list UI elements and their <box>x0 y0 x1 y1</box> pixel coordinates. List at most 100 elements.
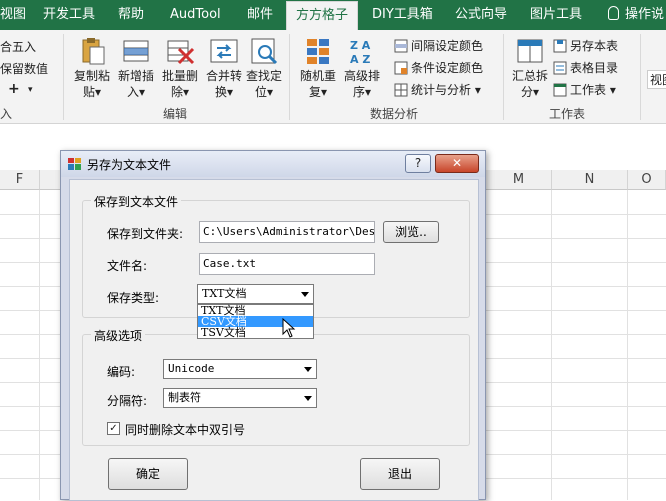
save-section-legend: 保存到文本文件 <box>91 193 182 210</box>
encoding-value: Unicode <box>168 362 215 375</box>
save-type-label: 保存类型: <box>107 291 160 305</box>
edit-group-label: 编辑 <box>163 107 188 121</box>
save-sheet-icon <box>553 39 567 53</box>
chevron-down-icon <box>304 396 312 401</box>
ribbon: 合五入 保留数值 + ▾ 入 复制粘 贴▾ 新增插 入▾ 批量删 除▾ 合并转 … <box>0 30 666 124</box>
analysis-group-label: 数据分析 <box>370 107 419 121</box>
tab-formula-wizard[interactable]: 公式向导 <box>455 0 507 30</box>
tell-me-label: 操作说 <box>625 7 665 22</box>
dialog-title-bar[interactable]: 另存为文本文件 ? ✕ <box>61 151 485 177</box>
condition-grid-icon <box>394 61 408 75</box>
table-directory-button[interactable]: 表格目录 <box>553 58 618 78</box>
chevron-down-icon <box>304 367 312 372</box>
save-type-dropdown-list: TXT文档 CSV文档 TSV文档 <box>197 304 314 339</box>
browse-button[interactable]: 浏览.. <box>383 221 439 243</box>
summarize-icon <box>515 36 545 66</box>
tab-developer[interactable]: 开发工具 <box>43 0 95 30</box>
worksheet-icon <box>553 83 567 97</box>
tab-diy-toolbox[interactable]: DIY工具箱 <box>372 0 433 30</box>
tab-audtool[interactable]: AudTool <box>170 0 221 30</box>
condition-color-label: 条件设定颜色 <box>411 61 484 75</box>
save-this-sheet-button[interactable]: 另存本表 <box>553 36 618 56</box>
encoding-select[interactable]: Unicode <box>163 359 317 379</box>
stats-grid-icon <box>394 83 408 97</box>
save-type-value: TXT文档 <box>202 287 247 300</box>
save-type-select[interactable]: TXT文档 <box>197 284 314 304</box>
clipboard-icon <box>77 36 107 66</box>
summarize-split-label1: 汇总拆 <box>511 69 548 83</box>
worksheet-menu-button[interactable]: 工作表 ▾ <box>553 80 616 100</box>
ribbon-tab-bar: 视图 开发工具 帮助 AudTool 邮件 方方格子 DIY工具箱 公式向导 图… <box>0 0 666 30</box>
batch-delete-button[interactable]: 批量删 除▾ <box>156 34 204 104</box>
tab-fangfangezi[interactable]: 方方格子 <box>286 1 358 30</box>
help-button[interactable]: ? <box>405 154 431 173</box>
insert-label1: 新增插 <box>117 69 154 83</box>
group-divider <box>640 34 641 120</box>
delimiter-label: 分隔符: <box>107 394 148 408</box>
dialog-body: 保存到文本文件 保存到文件夹: C:\Users\Administrator\D… <box>69 179 479 501</box>
sort-az-icon: Z AA Z <box>347 36 377 66</box>
insert-label2: 入▾ <box>126 85 146 99</box>
column-header-m[interactable]: M <box>486 170 552 190</box>
advanced-sort-label2: 序▾ <box>352 85 372 99</box>
view-button[interactable]: 视图 <box>647 70 666 89</box>
batch-delete-label1: 批量删 <box>161 69 198 83</box>
encoding-label: 编码: <box>107 365 136 379</box>
interval-color-label: 间隔设定颜色 <box>411 39 484 53</box>
left-group-label: 入 <box>0 107 13 121</box>
interval-color-button[interactable]: 间隔设定颜色 <box>394 36 483 56</box>
folder-path-input[interactable]: C:\Users\Administrator\Deskto <box>199 221 375 243</box>
filename-label: 文件名: <box>107 259 148 273</box>
directory-label: 表格目录 <box>570 61 619 75</box>
chevron-down-icon <box>301 292 309 297</box>
mouse-cursor-icon <box>282 318 296 338</box>
column-header-n[interactable]: N <box>552 170 628 190</box>
stats-analysis-button[interactable]: 统计与分析 ▾ <box>394 80 481 100</box>
column-header-f[interactable]: F <box>0 170 40 190</box>
dialog-title: 另存为文本文件 <box>87 158 172 172</box>
find-locate-label1: 查找定 <box>245 69 282 83</box>
random-repeat-label1: 随机重 <box>299 69 336 83</box>
tab-help[interactable]: 帮助 <box>118 0 144 30</box>
filename-input[interactable]: Case.txt <box>199 253 375 275</box>
app-icon <box>68 158 81 170</box>
remove-quotes-checkbox[interactable]: ✓ <box>107 422 120 435</box>
plus-icon[interactable]: + <box>8 81 20 97</box>
dropdown-arrow-icon[interactable]: ▾ <box>28 85 33 95</box>
insert-button[interactable]: 新增插 入▾ <box>112 34 160 104</box>
lightbulb-icon <box>608 6 619 20</box>
round-button[interactable]: 合五入 <box>0 38 36 55</box>
stats-analysis-label: 统计与分析 ▾ <box>411 83 481 97</box>
condition-color-button[interactable]: 条件设定颜色 <box>394 58 483 78</box>
tab-tell-me[interactable]: 操作说 <box>608 0 664 30</box>
worksheet-group-label: 工作表 <box>549 107 586 121</box>
random-repeat-button[interactable]: 随机重 复▾ <box>294 34 342 104</box>
copy-paste-label1: 复制粘 <box>73 69 110 83</box>
random-blocks-icon <box>303 36 333 66</box>
advanced-sort-button[interactable]: Z AA Z 高级排 序▾ <box>338 34 386 104</box>
folder-label: 保存到文件夹: <box>107 227 184 241</box>
close-button[interactable]: ✕ <box>435 154 479 173</box>
copy-paste-button[interactable]: 复制粘 贴▾ <box>68 34 116 104</box>
find-locate-button[interactable]: 查找定 位▾ <box>240 34 288 104</box>
tab-view[interactable]: 视图 <box>0 0 26 30</box>
merge-convert-icon <box>209 36 239 66</box>
ok-button[interactable]: 确定 <box>108 458 188 490</box>
svg-text:Z A: Z A <box>350 39 371 52</box>
tab-picture-tools[interactable]: 图片工具 <box>530 0 582 30</box>
copy-paste-label2: 贴▾ <box>82 85 102 99</box>
save-sheet-label: 另存本表 <box>570 39 619 53</box>
delimiter-select[interactable]: 制表符 <box>163 388 317 408</box>
column-header-blank[interactable] <box>40 170 60 190</box>
delete-table-icon <box>165 36 195 66</box>
summarize-split-button[interactable]: 汇总拆 分▾ <box>506 34 554 104</box>
group-divider <box>503 34 504 120</box>
svg-text:A Z: A Z <box>350 53 370 66</box>
exit-button[interactable]: 退出 <box>360 458 440 490</box>
remove-quotes-label: 同时删除文本中双引号 <box>125 423 246 437</box>
group-divider <box>289 34 290 120</box>
keep-values-button[interactable]: 保留数值 <box>0 60 48 77</box>
tab-mail[interactable]: 邮件 <box>247 0 273 30</box>
column-header-o[interactable]: O <box>628 170 666 190</box>
advanced-section: 高级选项 编码: Unicode 分隔符: 制表符 ✓ 同时删除文本中双引号 <box>82 327 470 446</box>
